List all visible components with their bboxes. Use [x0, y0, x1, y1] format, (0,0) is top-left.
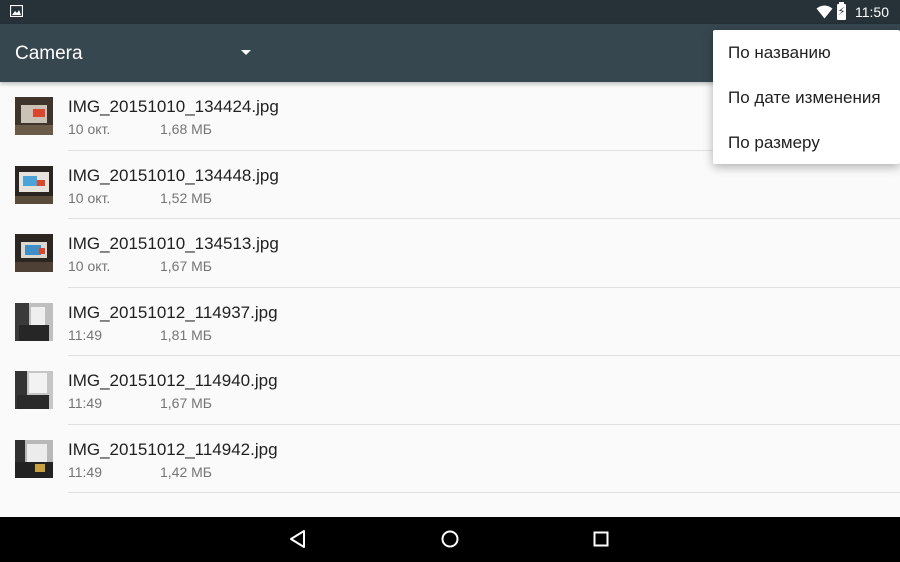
- file-size: 1,52 МБ: [160, 189, 212, 206]
- battery-label: ⚡: [837, 6, 846, 18]
- file-date: 11:49: [68, 326, 102, 343]
- image-thumbnail: [15, 165, 53, 204]
- wifi-icon: [816, 5, 833, 19]
- home-icon[interactable]: [439, 528, 461, 550]
- file-size: 1,67 МБ: [160, 258, 212, 274]
- file-date: 10 окт.: [68, 258, 111, 274]
- file-row[interactable]: IMG_20151012_114937.jpg 11:49 1,81 МБ: [0, 288, 900, 356]
- status-time: 11:50: [855, 4, 889, 20]
- sort-by-size-item[interactable]: По размеру: [713, 120, 900, 165]
- file-name: IMG_20151012_114942.jpg: [68, 439, 278, 459]
- image-thumbnail: [15, 302, 53, 341]
- file-name: IMG_20151012_114940.jpg: [68, 371, 278, 390]
- image-thumbnail: [15, 371, 53, 409]
- file-name: IMG_20151010_134448.jpg: [68, 165, 279, 185]
- image-thumbnail: [15, 97, 53, 135]
- file-size: 1,67 МБ: [160, 395, 212, 411]
- gallery-notification-icon: [10, 5, 23, 17]
- file-date: 11:49: [68, 395, 102, 411]
- status-bar: ⚡ 11:50: [0, 0, 900, 24]
- battery-charging-icon: ⚡: [837, 2, 846, 20]
- file-size: 1,81 МБ: [160, 326, 212, 343]
- file-date: 10 окт.: [68, 189, 111, 206]
- file-size: 1,42 МБ: [160, 463, 212, 480]
- sort-menu: По названию По дате изменения По размеру: [713, 30, 900, 164]
- file-row[interactable]: IMG_20151012_114940.jpg 11:49 1,67 МБ: [0, 356, 900, 425]
- file-name: IMG_20151010_134424.jpg: [68, 97, 279, 116]
- file-row[interactable]: IMG_20151010_134513.jpg 10 окт. 1,67 МБ: [0, 219, 900, 288]
- divider: [68, 492, 900, 493]
- image-thumbnail: [15, 234, 53, 272]
- navigation-bar: [0, 517, 900, 562]
- sort-by-name-item[interactable]: По названию: [713, 30, 900, 75]
- dropdown-arrow-icon[interactable]: [241, 50, 251, 55]
- back-icon[interactable]: [287, 528, 309, 550]
- sort-by-date-item[interactable]: По дате изменения: [713, 75, 900, 120]
- file-date: 10 окт.: [68, 121, 111, 137]
- file-name: IMG_20151010_134513.jpg: [68, 234, 279, 253]
- file-date: 11:49: [68, 463, 102, 480]
- toolbar-title[interactable]: Camera: [15, 43, 83, 65]
- image-thumbnail: [15, 439, 53, 478]
- file-name: IMG_20151012_114937.jpg: [68, 302, 278, 322]
- recents-icon[interactable]: [590, 528, 612, 550]
- file-row[interactable]: IMG_20151012_114942.jpg 11:49 1,42 МБ: [0, 425, 900, 493]
- file-size: 1,68 МБ: [160, 121, 212, 137]
